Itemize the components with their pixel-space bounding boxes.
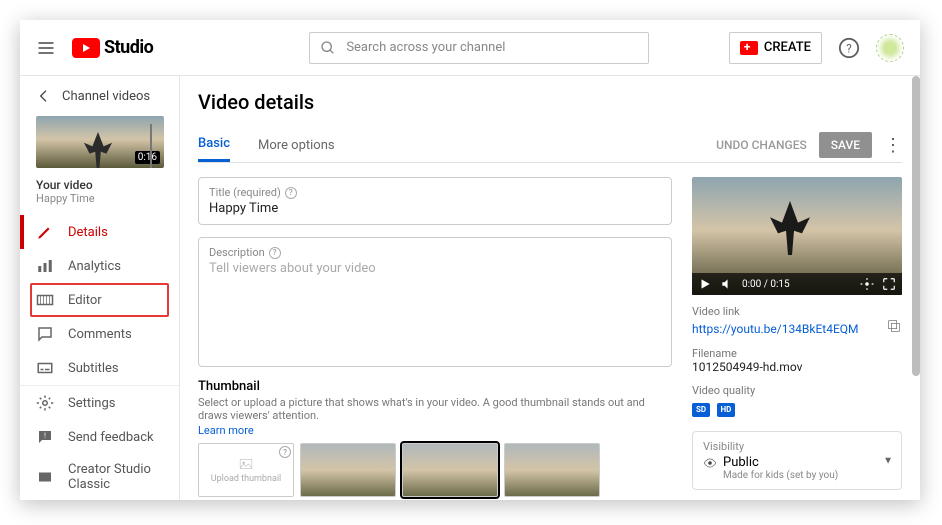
chevron-down-icon: ▼ <box>883 455 893 466</box>
thumbnail-option-3[interactable] <box>504 443 600 497</box>
video-thumbnail[interactable]: 0:16 <box>36 116 164 168</box>
copy-icon[interactable] <box>886 318 902 334</box>
thumbnail-option-2[interactable] <box>402 443 498 497</box>
menu-icon[interactable] <box>36 38 56 58</box>
search-placeholder: Search across your channel <box>346 40 505 55</box>
classic-icon <box>36 468 54 486</box>
quality-label: Video quality <box>692 384 902 397</box>
title-label: Title (required) <box>209 186 281 199</box>
description-field[interactable]: Description ? Tell viewers about your vi… <box>198 237 672 367</box>
filename-label: Filename <box>692 347 902 360</box>
subtitles-icon <box>36 359 54 377</box>
sidebar-item-settings[interactable]: Settings <box>20 386 179 420</box>
upload-thumb-label: Upload thumbnail <box>211 474 281 484</box>
eye-icon <box>703 456 717 470</box>
player-controls: 0:00 / 0:15 <box>692 273 902 295</box>
analytics-icon <box>36 257 54 275</box>
create-button[interactable]: CREATE <box>729 32 822 64</box>
search-input[interactable]: Search across your channel <box>309 32 649 64</box>
save-button[interactable]: SAVE <box>819 132 872 158</box>
visibility-sub: Made for kids (set by you) <box>723 470 891 481</box>
title-value: Happy Time <box>209 201 661 216</box>
upload-thumbnail-button[interactable]: ? Upload thumbnail <box>198 443 294 497</box>
sidebar-item-classic[interactable]: Creator Studio Classic <box>20 454 179 500</box>
pencil-icon <box>36 223 54 241</box>
thumbnail-title: Thumbnail <box>198 379 672 394</box>
editor-icon <box>36 291 54 309</box>
sidebar-item-label: Details <box>68 225 108 240</box>
more-actions-button[interactable]: ⋮ <box>884 135 902 156</box>
scrollbar[interactable] <box>912 76 920 376</box>
page-title: Video details <box>198 90 902 114</box>
gear-icon <box>36 394 54 412</box>
title-field[interactable]: Title (required) ? Happy Time <box>198 177 672 225</box>
youtube-icon <box>72 38 100 58</box>
sidebar-item-comments[interactable]: Comments <box>20 317 179 351</box>
avatar[interactable] <box>876 34 904 62</box>
sidebar-item-label: Creator Studio Classic <box>68 462 163 492</box>
volume-icon[interactable] <box>720 277 734 291</box>
tab-row: Basic More options UNDO CHANGES SAVE ⋮ <box>198 128 902 163</box>
create-label: CREATE <box>764 40 811 55</box>
sidebar-item-label: Settings <box>68 396 115 411</box>
visibility-value: Public <box>723 455 759 470</box>
tab-basic[interactable]: Basic <box>198 128 230 162</box>
help-icon[interactable]: ? <box>838 37 860 59</box>
arrow-left-icon <box>36 88 52 104</box>
thumbnail-subtitle: Select or upload a picture that shows wh… <box>198 396 672 422</box>
sidebar-item-label: Editor <box>68 293 102 308</box>
visibility-card[interactable]: Visibility Public Made for kids (set by … <box>692 431 902 490</box>
video-preview[interactable]: 0:00 / 0:15 <box>692 177 902 295</box>
duration-badge: 0:16 <box>135 151 160 164</box>
sidebar-item-editor[interactable]: Editor <box>30 283 169 317</box>
filename-value: 1012504949-hd.mov <box>692 360 902 374</box>
tab-more-options[interactable]: More options <box>258 130 335 161</box>
learn-more-link[interactable]: Learn more <box>198 424 672 437</box>
back-link[interactable]: Channel videos <box>20 76 179 116</box>
svg-text:!: ! <box>44 431 46 440</box>
sidebar-item-feedback[interactable]: ! Send feedback <box>20 420 179 454</box>
sidebar-item-label: Comments <box>68 327 132 342</box>
video-name: Happy Time <box>20 192 179 215</box>
video-link[interactable]: https://youtu.be/134BkEt4EQM <box>692 322 859 336</box>
sidebar-item-analytics[interactable]: Analytics <box>20 249 179 283</box>
back-label: Channel videos <box>62 89 150 104</box>
video-link-label: Video link <box>692 305 902 318</box>
hd-badge: HD <box>717 403 735 417</box>
play-icon[interactable] <box>698 277 712 291</box>
image-icon <box>237 457 255 471</box>
settings-icon[interactable] <box>860 277 874 291</box>
fullscreen-icon[interactable] <box>882 277 896 291</box>
sidebar: Channel videos 0:16 Your video Happy Tim… <box>20 76 180 500</box>
visibility-label: Visibility <box>703 440 891 453</box>
logo-text: Studio <box>104 37 153 58</box>
svg-text:?: ? <box>846 41 852 55</box>
search-icon <box>320 40 336 56</box>
sidebar-item-label: Subtitles <box>68 361 119 376</box>
studio-logo[interactable]: Studio <box>72 37 153 58</box>
sidebar-item-details[interactable]: Details <box>20 215 179 249</box>
thumbnail-option-1[interactable] <box>300 443 396 497</box>
your-video-label: Your video <box>20 178 179 192</box>
sidebar-item-label: Analytics <box>68 259 121 274</box>
topbar: Studio Search across your channel CREATE… <box>20 20 920 76</box>
description-label: Description <box>209 246 265 259</box>
feedback-icon: ! <box>36 428 54 446</box>
help-icon[interactable]: ? <box>279 446 291 458</box>
undo-button[interactable]: UNDO CHANGES <box>716 138 807 152</box>
help-icon[interactable]: ? <box>285 187 297 199</box>
description-placeholder: Tell viewers about your video <box>209 261 661 276</box>
main-content: Video details Basic More options UNDO CH… <box>180 76 920 500</box>
player-time: 0:00 / 0:15 <box>742 279 790 290</box>
comments-icon <box>36 325 54 343</box>
sidebar-item-subtitles[interactable]: Subtitles <box>20 351 179 385</box>
help-icon[interactable]: ? <box>269 247 281 259</box>
sd-badge: SD <box>692 403 710 417</box>
sidebar-item-label: Send feedback <box>68 430 154 445</box>
create-icon <box>740 41 758 55</box>
